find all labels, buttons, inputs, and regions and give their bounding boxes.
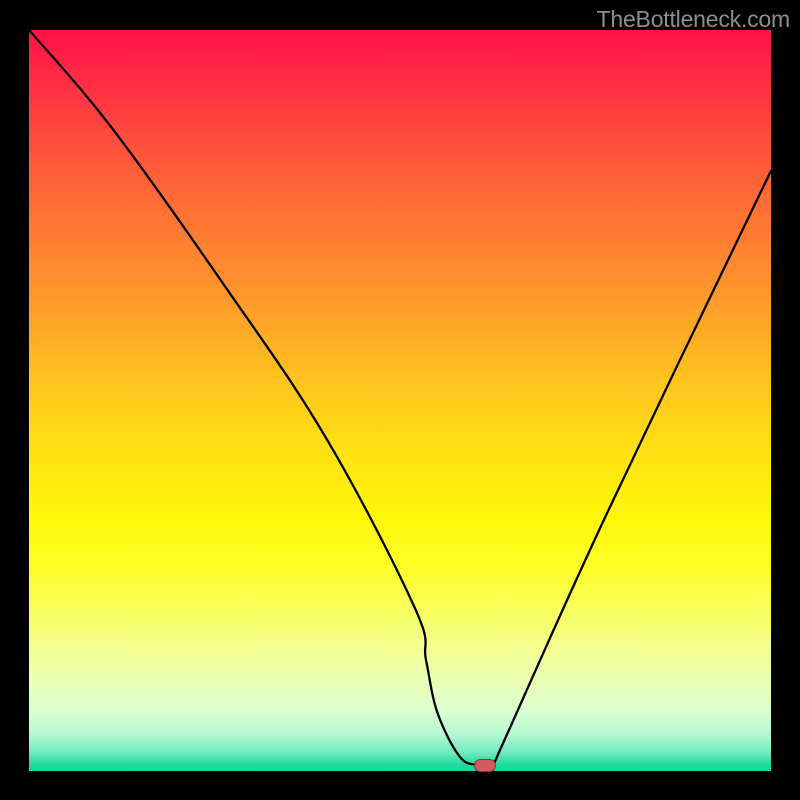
plot-area — [29, 30, 771, 771]
chart-frame: TheBottleneck.com — [0, 0, 800, 800]
gradient-background — [29, 30, 771, 771]
watermark-text: TheBottleneck.com — [597, 6, 790, 33]
